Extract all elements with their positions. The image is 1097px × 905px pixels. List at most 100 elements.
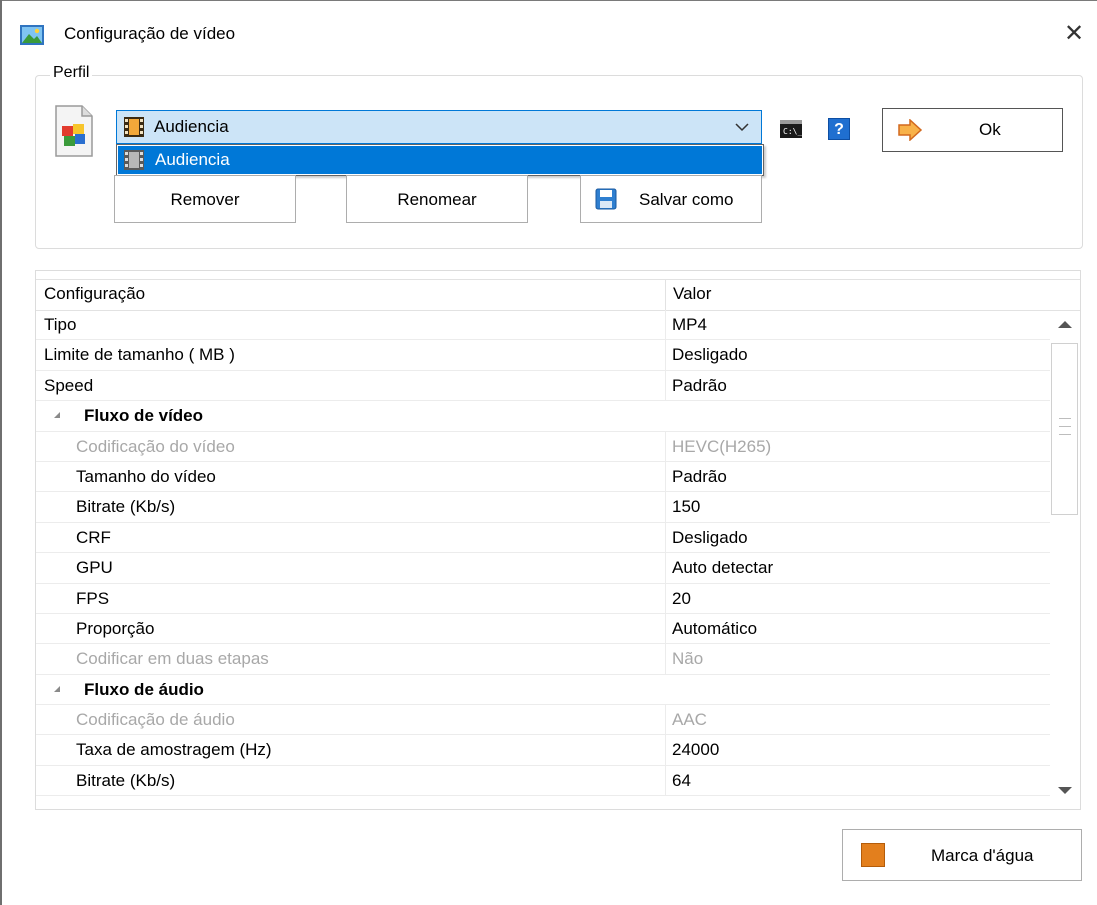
setting-name: FPS — [76, 588, 110, 608]
cell-divider — [665, 765, 666, 796]
table-row[interactable]: Speed Padrão — [36, 370, 1050, 402]
settings-property-grid[interactable]: Configuração Valor Tipo MP4 Limite de ta… — [35, 270, 1081, 810]
rename-profile-button[interactable]: Renomear — [346, 175, 528, 223]
remove-profile-button[interactable]: Remover — [114, 175, 296, 223]
collapse-triangle-icon[interactable] — [54, 685, 60, 692]
title-bar[interactable]: Configuração de vídeo ✕ — [2, 1, 1097, 63]
command-prompt-icon[interactable]: C:\_ — [780, 120, 802, 138]
setting-value: HEVC(H265) — [672, 436, 772, 456]
column-header-value: Valor — [673, 284, 712, 303]
setting-name: GPU — [76, 558, 113, 578]
grip-line — [1059, 418, 1071, 419]
setting-name: Limite de tamanho ( MB ) — [44, 345, 235, 365]
watermark-button[interactable]: Marca d'água — [842, 829, 1082, 881]
cell-divider — [665, 735, 666, 766]
table-row[interactable]: GPU Auto detectar — [36, 553, 1050, 584]
setting-name: Tamanho do vídeo — [76, 466, 216, 486]
scroll-down-arrow-icon[interactable] — [1058, 787, 1072, 794]
setting-value: Padrão — [672, 466, 727, 486]
vertical-scrollbar[interactable] — [1050, 311, 1080, 801]
cell-divider — [665, 705, 666, 736]
help-glyph: ? — [834, 121, 844, 138]
setting-value: 20 — [672, 588, 691, 608]
film-strip-icon — [124, 150, 144, 170]
grid-header: Configuração Valor — [36, 279, 1080, 311]
profile-combobox[interactable]: Audiencia — [116, 110, 762, 144]
cell-divider — [665, 370, 666, 401]
table-row[interactable]: Bitrate (Kb/s) 150 — [36, 492, 1050, 523]
scroll-up-arrow-icon[interactable] — [1058, 321, 1072, 328]
cell-divider — [665, 644, 666, 675]
collapse-triangle-icon[interactable] — [54, 412, 60, 419]
category-row-audio[interactable]: Fluxo de áudio — [36, 675, 1050, 706]
setting-name: CRF — [76, 527, 111, 547]
watermark-button-label: Marca d'água — [931, 846, 1034, 865]
setting-name: Codificação do vídeo — [76, 436, 235, 456]
table-row[interactable]: Tipo MP4 — [36, 310, 1050, 341]
column-divider — [665, 280, 666, 310]
cell-divider — [665, 310, 666, 340]
ok-button[interactable]: Ok — [882, 108, 1063, 152]
category-label: Fluxo de áudio — [84, 679, 204, 699]
setting-name: Taxa de amostragem (Hz) — [76, 740, 272, 760]
cell-divider — [665, 492, 666, 523]
cell-divider — [665, 583, 666, 614]
scrollbar-thumb[interactable] — [1051, 343, 1078, 515]
table-row[interactable]: Codificação de áudio AAC — [36, 705, 1050, 736]
table-row[interactable]: FPS 20 — [36, 583, 1050, 614]
cell-divider — [665, 522, 666, 553]
setting-value: 64 — [672, 770, 691, 790]
setting-value: MP4 — [672, 315, 707, 334]
setting-value: Desligado — [672, 345, 748, 365]
table-row[interactable]: Limite de tamanho ( MB ) Desligado — [36, 340, 1050, 371]
window-title: Configuração de vídeo — [64, 24, 236, 43]
table-row[interactable]: Taxa de amostragem (Hz) 24000 — [36, 735, 1050, 766]
svg-text:C:\_: C:\_ — [783, 127, 802, 136]
setting-name: Codificação de áudio — [76, 710, 235, 730]
table-row[interactable]: Proporção Automático — [36, 613, 1050, 645]
column-header-setting: Configuração — [44, 284, 146, 303]
setting-value: Automático — [672, 618, 758, 638]
table-row[interactable]: Bitrate (Kb/s) 64 — [36, 765, 1050, 797]
table-row[interactable]: CRF Desligado — [36, 522, 1050, 554]
close-button[interactable]: ✕ — [1057, 19, 1091, 49]
cell-divider — [665, 613, 666, 644]
setting-name: Codificar em duas etapas — [76, 649, 269, 669]
table-row[interactable]: Codificar em duas etapas Não — [36, 644, 1050, 675]
window-border-left — [0, 0, 2, 905]
grid-rows: Tipo MP4 Limite de tamanho ( MB ) Deslig… — [36, 310, 1050, 797]
grip-line — [1059, 434, 1071, 435]
save-as-label: Salvar como — [639, 190, 734, 209]
save-as-button[interactable]: Salvar como — [580, 175, 762, 223]
category-row-video[interactable]: Fluxo de vídeo — [36, 401, 1050, 432]
setting-name: Speed — [44, 375, 94, 395]
setting-value: Auto detectar — [672, 558, 774, 578]
table-row[interactable]: Tamanho do vídeo Padrão — [36, 461, 1050, 493]
setting-name: Bitrate (Kb/s) — [76, 497, 176, 517]
film-strip-icon — [124, 117, 144, 137]
profile-dropdown-list: Audiencia — [116, 144, 764, 176]
rename-button-label: Renomear — [397, 190, 477, 209]
table-row[interactable]: Codificação do vídeo HEVC(H265) — [36, 431, 1050, 462]
setting-name: Bitrate (Kb/s) — [76, 770, 176, 790]
floppy-disk-icon — [595, 188, 617, 210]
help-icon[interactable]: ? — [828, 118, 850, 140]
video-config-window: Configuração de vídeo ✕ Perfil Audiencia — [0, 0, 1097, 905]
document-cubes-icon — [55, 105, 93, 157]
setting-name: Proporção — [76, 618, 155, 638]
cell-divider — [665, 553, 666, 584]
chevron-down-icon[interactable] — [733, 115, 751, 139]
profile-selected-value: Audiencia — [154, 117, 229, 136]
remove-button-label: Remover — [170, 190, 240, 209]
cell-divider — [665, 340, 666, 371]
setting-value: Não — [672, 649, 704, 669]
setting-value: 24000 — [672, 740, 720, 760]
ok-button-label: Ok — [979, 120, 1001, 139]
grip-line — [1059, 426, 1071, 427]
category-label: Fluxo de vídeo — [84, 406, 204, 426]
setting-value: AAC — [672, 710, 707, 730]
cell-divider — [665, 431, 666, 462]
image-landscape-icon — [20, 25, 44, 45]
setting-value: 150 — [672, 497, 701, 517]
dropdown-item-audiencia[interactable]: Audiencia — [118, 146, 762, 174]
